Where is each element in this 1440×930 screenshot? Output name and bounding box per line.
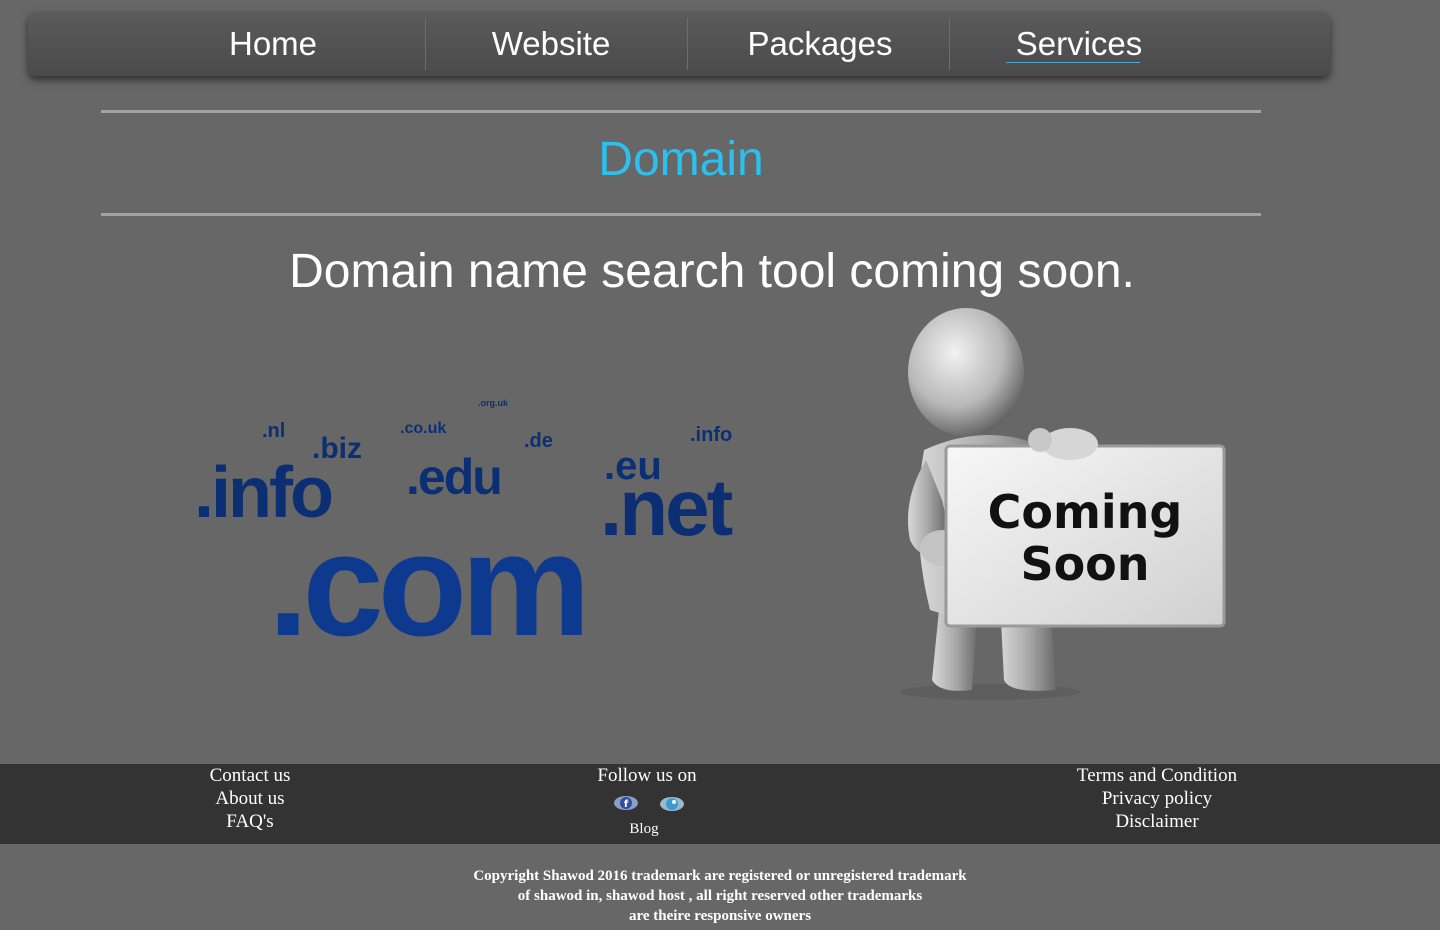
footer-faq-link[interactable]: FAQ's [150,811,350,833]
tld-com: .com [268,503,591,666]
nav-active-underline [1006,62,1140,63]
nav-separator [425,18,426,70]
tld-de: .de [524,430,553,452]
main-nav: Home Website Packages Services [28,12,1330,76]
nav-packages[interactable]: Packages [710,12,930,76]
tld-co-uk: .co.uk [400,420,447,437]
follow-us-heading: Follow us on [597,765,697,786]
tld-edu: .edu [406,449,503,505]
facebook-icon-letter: f [624,799,629,810]
coming-soon-figure: Coming Soon [880,300,1240,710]
sign-line-1: Coming [988,485,1183,539]
nav-home[interactable]: Home [178,12,368,76]
facebook-icon[interactable]: f [613,794,639,812]
top-divider [101,110,1261,113]
nav-separator [949,18,950,70]
copyright: Copyright Shawod 2016 trademark are regi… [0,866,1440,926]
footer-disclaimer-link[interactable]: Disclaimer [1037,811,1277,833]
footer: Contact us About us FAQ's Follow us on f… [0,764,1440,844]
tld-info-small: .info [690,424,733,446]
copyright-line-1: Copyright Shawod 2016 trademark are regi… [473,868,967,884]
page-title: Domain [598,133,764,186]
tld-org-uk: .org.uk [478,398,509,408]
footer-privacy-link[interactable]: Privacy policy [1037,788,1277,810]
copyright-line-3: are theire responsive owners [628,908,812,924]
twitter-icon[interactable] [659,795,685,813]
nav-services[interactable]: Services [976,12,1182,76]
footer-contact-link[interactable]: Contact us [150,765,350,787]
copyright-line-2: of shawod in, shawod host , all right re… [517,888,923,904]
coming-soon-figure-illustration: Coming Soon [900,308,1226,700]
nav-website[interactable]: Website [448,12,654,76]
page-subtitle: Domain name search tool coming soon. [289,245,1135,298]
sign-line-2: Soon [1020,537,1149,591]
footer-blog-link[interactable]: Blog [594,821,694,838]
domain-extensions-graphic: .nl .biz .co.uk .org.uk .de .info .info … [180,380,800,680]
tld-net: .net [600,463,733,552]
nav-separator [687,18,688,70]
footer-terms-link[interactable]: Terms and Condition [1037,765,1277,787]
footer-about-link[interactable]: About us [150,788,350,810]
bottom-divider [101,213,1261,216]
tld-nl: .nl [262,420,286,442]
